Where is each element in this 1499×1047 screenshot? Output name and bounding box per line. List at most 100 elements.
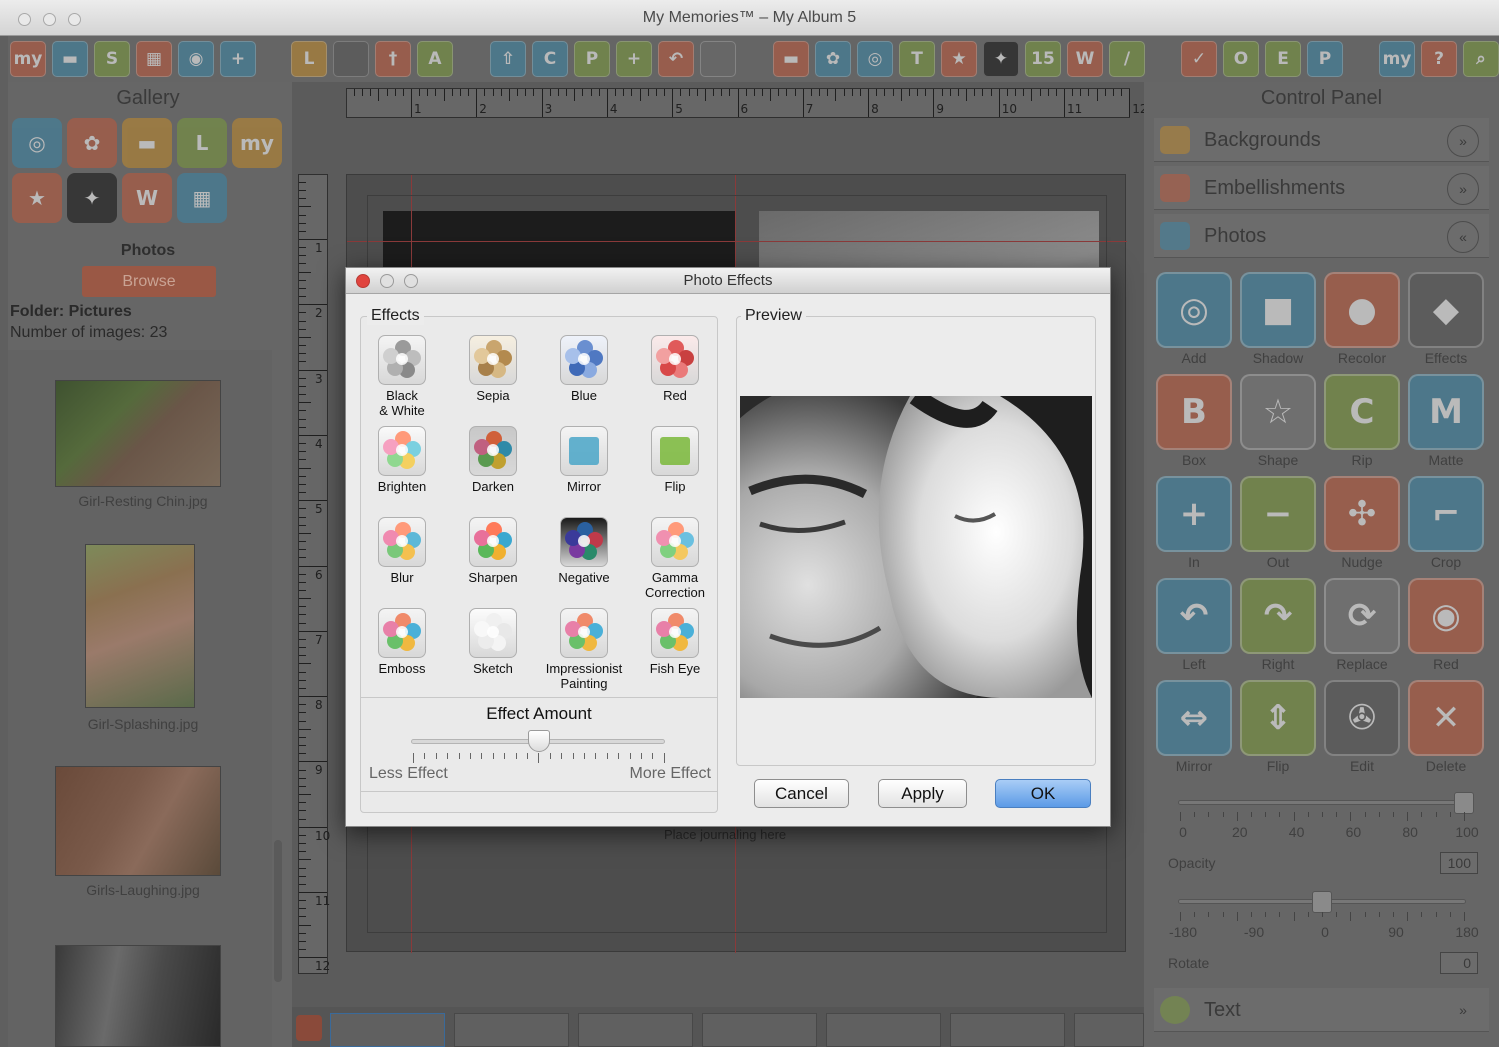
redo-icon[interactable] — [700, 41, 736, 77]
nudge-icon[interactable]: ✣ — [1324, 476, 1400, 552]
sketch-effect[interactable]: Sketch — [450, 608, 536, 676]
delete-icon[interactable]: ✕ — [1408, 680, 1484, 756]
rotate-value-field[interactable]: 0 — [1440, 952, 1478, 974]
camera-icon[interactable]: ◎ — [1156, 272, 1232, 348]
shape-icon[interactable]: ☆ — [1240, 374, 1316, 450]
effects-icon[interactable]: ◆ — [1408, 272, 1484, 348]
replace-icon[interactable]: ⟳ — [1324, 578, 1400, 654]
backgrounds-icon[interactable]: ▬ — [122, 118, 172, 168]
o-box-icon[interactable]: O — [1223, 41, 1259, 77]
backgrounds-section[interactable]: Backgrounds » — [1154, 118, 1489, 162]
cancel-button[interactable]: Cancel — [754, 779, 849, 808]
camera-icon[interactable]: ◎ — [12, 118, 62, 168]
thumbnail-image[interactable] — [55, 766, 221, 876]
wordart-icon[interactable]: W — [1067, 41, 1103, 77]
backgrounds-icon[interactable]: ▬ — [773, 41, 809, 77]
text-icon[interactable]: T — [899, 41, 935, 77]
thumbnail-list[interactable]: Girl-Resting Chin.jpg Girl-Splashing.jpg… — [8, 350, 272, 1047]
ok-button[interactable]: OK — [995, 779, 1091, 808]
thumbnail-image[interactable] — [85, 544, 195, 708]
darken-effect[interactable]: Darken — [450, 426, 536, 494]
calendar-icon[interactable]: 15 — [1025, 41, 1061, 77]
mycom-icon[interactable]: my — [1379, 41, 1415, 77]
zoom-out-icon[interactable]: − — [1240, 476, 1316, 552]
sharpen-effect[interactable]: Sharpen — [450, 517, 536, 585]
layout-l-icon[interactable]: L — [291, 41, 327, 77]
e-box-icon[interactable]: E — [1265, 41, 1301, 77]
my-logo-icon[interactable]: my — [10, 41, 46, 77]
photos-section[interactable]: Photos « — [1154, 214, 1489, 258]
mirror-icon[interactable]: ⇔ — [1156, 680, 1232, 756]
dialog-close-button[interactable] — [356, 274, 370, 288]
recolor-icon[interactable]: ● — [1324, 272, 1400, 348]
red-effect[interactable]: Red — [632, 335, 718, 403]
embellishments-icon[interactable]: ✿ — [815, 41, 851, 77]
zoom-icon[interactable]: ⌕ — [1463, 41, 1499, 77]
crop-icon[interactable]: ⌐ — [1408, 476, 1484, 552]
mycom-icon[interactable]: my — [232, 118, 282, 168]
camera-icon[interactable]: ◎ — [857, 41, 893, 77]
layout-icon[interactable]: ▦ — [177, 173, 227, 223]
rotate-right-icon[interactable]: ↷ — [1240, 578, 1316, 654]
matte-icon[interactable]: M — [1408, 374, 1484, 450]
browse-button[interactable]: Browse — [82, 266, 216, 297]
mirror-effect-effect[interactable]: Mirror — [541, 426, 627, 494]
fish-eye-effect[interactable]: Fish Eye — [632, 608, 718, 676]
layout-icon[interactable]: ▦ — [136, 41, 172, 77]
p-box-icon[interactable]: P — [1307, 41, 1343, 77]
undo-icon[interactable]: ↶ — [658, 41, 694, 77]
paste-icon[interactable]: P — [574, 41, 610, 77]
rip-icon[interactable]: C — [1324, 374, 1400, 450]
sepia-effect[interactable]: Sepia — [450, 335, 536, 403]
filmstrip-page[interactable] — [702, 1013, 817, 1047]
butterfly-icon[interactable]: ✦ — [983, 41, 1019, 77]
gamma-effect[interactable]: Gamma Correction — [632, 517, 718, 600]
negative-effect[interactable]: Negative — [541, 517, 627, 585]
share-icon[interactable]: ⇧ — [490, 41, 526, 77]
dialog-zoom-button[interactable] — [404, 274, 418, 288]
minimize-window-button[interactable] — [43, 13, 56, 26]
star-icon[interactable]: ★ — [12, 173, 62, 223]
text-section[interactable]: Text » — [1154, 988, 1489, 1032]
help-icon[interactable]: ? — [1421, 41, 1457, 77]
layout-l-icon[interactable]: L — [177, 118, 227, 168]
thumbnail-image[interactable] — [55, 380, 221, 487]
add-icon[interactable]: + — [616, 41, 652, 77]
pen-icon[interactable]: / — [1109, 41, 1145, 77]
filmstrip-add-icon[interactable] — [296, 1015, 322, 1041]
filmstrip-page[interactable] — [330, 1013, 445, 1047]
opacity-slider-thumb[interactable] — [1454, 792, 1474, 814]
chevron-down-icon[interactable]: » — [1447, 125, 1479, 157]
add-page-icon[interactable]: + — [220, 41, 256, 77]
flower-icon[interactable]: ✿ — [67, 118, 117, 168]
butterfly-icon[interactable]: ✦ — [67, 173, 117, 223]
chevron-up-icon[interactable]: « — [1447, 221, 1479, 253]
black-white-effect[interactable]: Black & White — [359, 335, 445, 418]
flip-icon[interactable]: ⇕ — [1240, 680, 1316, 756]
blue-effect[interactable]: Blue — [541, 335, 627, 403]
zoom-window-button[interactable] — [68, 13, 81, 26]
filmstrip-page[interactable] — [826, 1013, 941, 1047]
effect-amount-slider-thumb[interactable] — [528, 730, 550, 752]
rotate-slider-thumb[interactable] — [1312, 891, 1332, 913]
edit-icon[interactable]: ✇ — [1324, 680, 1400, 756]
brighten-effect[interactable]: Brighten — [359, 426, 445, 494]
dialog-minimize-button[interactable] — [380, 274, 394, 288]
journaling-text[interactable]: Place journaling here — [664, 827, 786, 842]
thumbnail-image[interactable] — [55, 945, 221, 1047]
guide-icon[interactable]: † — [375, 41, 411, 77]
text-a-icon[interactable]: A — [417, 41, 453, 77]
rotate-left-icon[interactable]: ↶ — [1156, 578, 1232, 654]
box-icon[interactable]: B — [1156, 374, 1232, 450]
shadow-icon[interactable]: ■ — [1240, 272, 1316, 348]
s-box-icon[interactable]: S — [94, 41, 130, 77]
filmstrip-page[interactable] — [950, 1013, 1065, 1047]
apply-button[interactable]: Apply — [878, 779, 967, 808]
embellishments-section[interactable]: Embellishments » — [1154, 166, 1489, 210]
filmstrip-page[interactable] — [454, 1013, 569, 1047]
emboss-effect[interactable]: Emboss — [359, 608, 445, 676]
grid-icon[interactable] — [333, 41, 369, 77]
star-icon[interactable]: ★ — [941, 41, 977, 77]
copy-icon[interactable]: C — [532, 41, 568, 77]
filmstrip-page[interactable] — [1074, 1013, 1144, 1047]
